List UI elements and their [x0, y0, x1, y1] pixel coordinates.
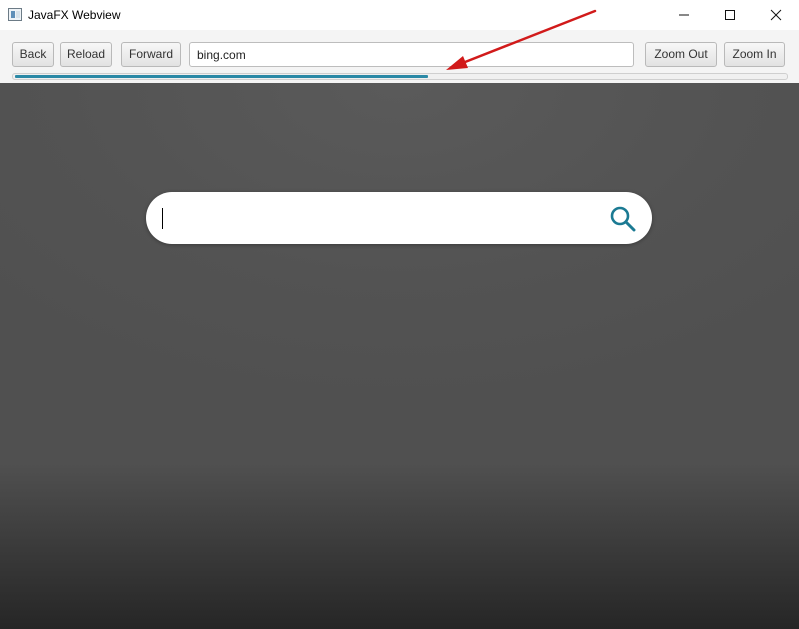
annotation-arrow	[446, 9, 597, 70]
